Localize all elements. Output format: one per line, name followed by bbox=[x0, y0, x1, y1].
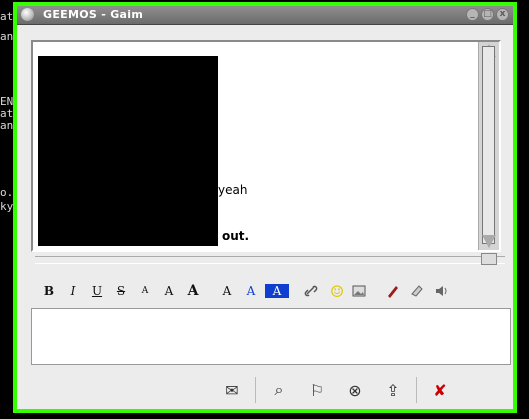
terminal-line: at bbox=[0, 10, 14, 23]
scrollbar-thumb[interactable] bbox=[482, 46, 495, 244]
chat-window: GEEMOS - Gaim _ □ x yeah out. B I U S A … bbox=[13, 2, 517, 413]
format-toolbar: B I U S A A A A A A ☺ bbox=[39, 281, 457, 301]
block-icon[interactable]: ⊗ bbox=[340, 377, 370, 403]
background-color-button[interactable]: A bbox=[265, 284, 289, 298]
message-input[interactable] bbox=[31, 308, 511, 365]
minimize-button[interactable]: _ bbox=[466, 8, 479, 21]
resize-grip-icon[interactable] bbox=[481, 253, 497, 265]
sound-icon[interactable] bbox=[433, 283, 453, 299]
italic-button[interactable]: I bbox=[63, 284, 83, 298]
scroll-down-arrow-icon[interactable] bbox=[482, 235, 496, 248]
terminal-line: an bbox=[0, 30, 14, 43]
window-menu-icon[interactable] bbox=[21, 8, 34, 21]
terminal-line: an bbox=[0, 119, 14, 132]
close-button[interactable]: x bbox=[496, 8, 509, 21]
message-line: out. bbox=[222, 229, 250, 243]
info-icon[interactable]: ⌕ bbox=[264, 377, 294, 403]
conversation-log[interactable]: yeah out. bbox=[31, 40, 501, 252]
action-bar: ✉ ⌕ ⚐ ⊗ ⇪ ✘ bbox=[217, 376, 455, 404]
text-color-button[interactable]: A bbox=[241, 284, 261, 298]
titlebar[interactable]: GEEMOS - Gaim _ □ x bbox=[17, 6, 513, 25]
larger-text-button[interactable]: A bbox=[183, 283, 203, 299]
font-face-button[interactable]: A bbox=[217, 284, 237, 298]
send-icon[interactable]: ✘ bbox=[425, 377, 455, 403]
redacted-block bbox=[38, 56, 218, 246]
bold-button[interactable]: B bbox=[39, 284, 59, 298]
smiley-icon[interactable]: ☺ bbox=[327, 282, 347, 301]
vertical-scrollbar[interactable] bbox=[478, 42, 499, 250]
warn-icon[interactable]: ⚐ bbox=[302, 377, 332, 403]
underline-button[interactable]: U bbox=[87, 284, 107, 298]
image-icon[interactable] bbox=[351, 283, 371, 299]
link-icon[interactable] bbox=[303, 283, 323, 299]
terminal-line: ky bbox=[0, 200, 14, 213]
clear-formatting-icon[interactable] bbox=[409, 283, 429, 299]
message-line: yeah bbox=[218, 183, 248, 197]
maximize-button[interactable]: □ bbox=[481, 8, 494, 21]
strike-button[interactable]: S bbox=[111, 284, 131, 298]
pen-icon[interactable] bbox=[385, 283, 405, 299]
separator bbox=[255, 377, 256, 403]
add-icon[interactable]: ⇪ bbox=[378, 377, 408, 403]
file-transfer-icon[interactable]: ✉ bbox=[217, 377, 247, 403]
window-title: GEEMOS - Gaim bbox=[43, 8, 144, 21]
separator bbox=[416, 377, 417, 403]
pane-splitter[interactable] bbox=[35, 253, 505, 265]
terminal-line: o. bbox=[0, 186, 14, 199]
normal-text-button[interactable]: A bbox=[159, 284, 179, 298]
smaller-text-button[interactable]: A bbox=[135, 286, 155, 296]
